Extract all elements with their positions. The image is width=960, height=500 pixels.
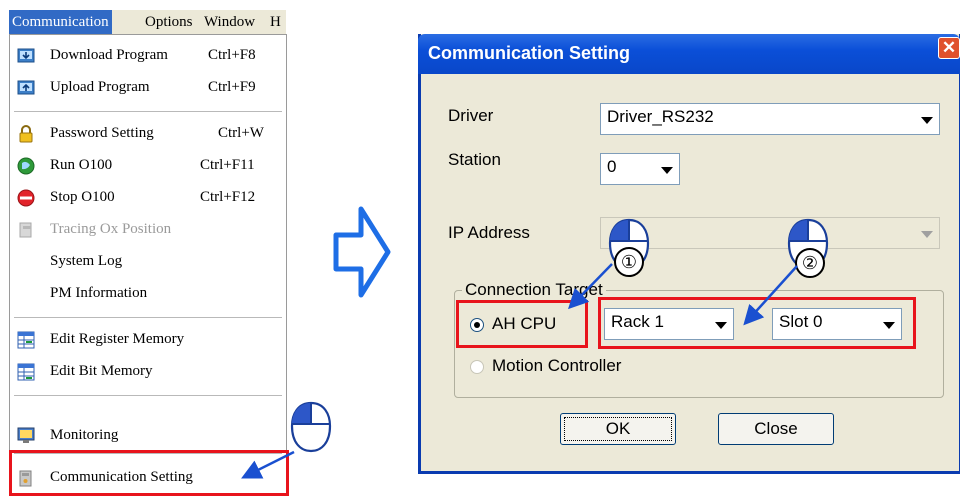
menu-item-shortcut: Ctrl+F8 (208, 47, 256, 63)
menu-separator (14, 111, 282, 112)
menu-item-edit-register-memory[interactable]: Edit Register Memory (10, 325, 286, 355)
menu-item-upload-program[interactable]: Upload Program Ctrl+F9 (10, 73, 286, 103)
mouse-click-icon (290, 401, 332, 453)
menu-communication[interactable]: Communication (9, 10, 112, 34)
menu-item-label: Monitoring (50, 427, 119, 443)
chevron-down-icon[interactable] (654, 155, 678, 183)
station-value: 0 (607, 157, 617, 176)
close-button[interactable]: Close (718, 413, 834, 445)
menu-item-monitoring[interactable]: Monitoring (10, 421, 286, 451)
menu-item-tracing-ox-position: Tracing Ox Position (10, 215, 286, 245)
close-icon[interactable]: ✕ (938, 37, 960, 59)
driver-value: Driver_RS232 (607, 107, 714, 126)
driver-select[interactable]: Driver_RS232 (600, 103, 940, 135)
menu-item-run[interactable]: Run O100 Ctrl+F11 (10, 151, 286, 181)
ip-address-label: IP Address (448, 223, 530, 242)
station-label: Station (448, 150, 501, 169)
menu-item-shortcut: Ctrl+F9 (208, 79, 256, 95)
menu-item-label: Edit Bit Memory (50, 363, 153, 379)
menu-item-pm-information[interactable]: PM Information (10, 279, 286, 309)
menu-item-stop[interactable]: Stop O100 Ctrl+F12 (10, 183, 286, 213)
menu-item-shortcut: Ctrl+F12 (200, 189, 256, 205)
ok-button[interactable]: OK (560, 413, 676, 445)
menu-item-password-setting[interactable]: Password Setting Ctrl+W (10, 119, 286, 149)
menu-help[interactable]: H (267, 10, 284, 34)
lock-icon (19, 125, 33, 143)
menu-item-shortcut: Ctrl+W (218, 125, 264, 141)
motion-controller-label[interactable]: Motion Controller (492, 356, 621, 376)
menu-item-label: Tracing Ox Position (50, 221, 172, 237)
highlight-rack-slot (598, 297, 916, 349)
driver-label: Driver (448, 106, 494, 125)
dialog-title: Communication Setting (428, 43, 630, 63)
menu-bar: Communication Options Window H (9, 10, 286, 34)
menu-separator (14, 395, 282, 396)
chevron-down-icon (914, 219, 938, 247)
menu-item-label: Download Program (50, 47, 168, 63)
register-memory-icon (17, 331, 35, 349)
menu-item-label: Edit Register Memory (50, 331, 185, 347)
menu-options[interactable]: Options (142, 10, 196, 34)
close-button-label: Close (754, 419, 798, 438)
highlight-communication-setting (9, 450, 289, 496)
menu-item-label: PM Information (50, 285, 148, 301)
highlight-ah-cpu (456, 300, 588, 348)
next-step-arrow-icon (333, 206, 391, 298)
menu-item-label: System Log (50, 253, 123, 269)
menu-item-edit-bit-memory[interactable]: Edit Bit Memory (10, 357, 286, 387)
menu-item-label: Upload Program (50, 79, 150, 95)
menu-window[interactable]: Window (201, 10, 258, 34)
menu-item-label: Stop O100 (50, 189, 115, 205)
connection-target-title: Connection Target (462, 280, 606, 300)
download-icon (17, 48, 35, 63)
chevron-down-icon[interactable] (914, 105, 938, 133)
step-1-marker: ① (614, 247, 644, 277)
station-select[interactable]: 0 (600, 153, 680, 185)
menu-item-label: Run O100 (50, 157, 113, 173)
bit-memory-icon (17, 363, 35, 381)
dialog-title-bar[interactable]: Communication Setting (418, 34, 960, 74)
step-2-marker: ② (795, 248, 825, 278)
tracing-icon (19, 222, 32, 238)
menu-item-system-log[interactable]: System Log (10, 247, 286, 277)
motion-controller-radio[interactable] (470, 360, 484, 374)
communication-setting-dialog (418, 34, 960, 474)
menu-separator (14, 317, 282, 318)
menu-item-label: Password Setting (50, 125, 154, 141)
run-icon (17, 157, 35, 175)
stop-icon (17, 189, 35, 207)
communication-menu: Download Program Ctrl+F8 Upload Program … (9, 34, 287, 496)
monitor-icon (17, 427, 35, 443)
upload-icon (17, 80, 35, 95)
ok-button-label: OK (605, 419, 631, 438)
menu-item-shortcut: Ctrl+F11 (200, 157, 255, 173)
menu-item-download-program[interactable]: Download Program Ctrl+F8 (10, 41, 286, 71)
